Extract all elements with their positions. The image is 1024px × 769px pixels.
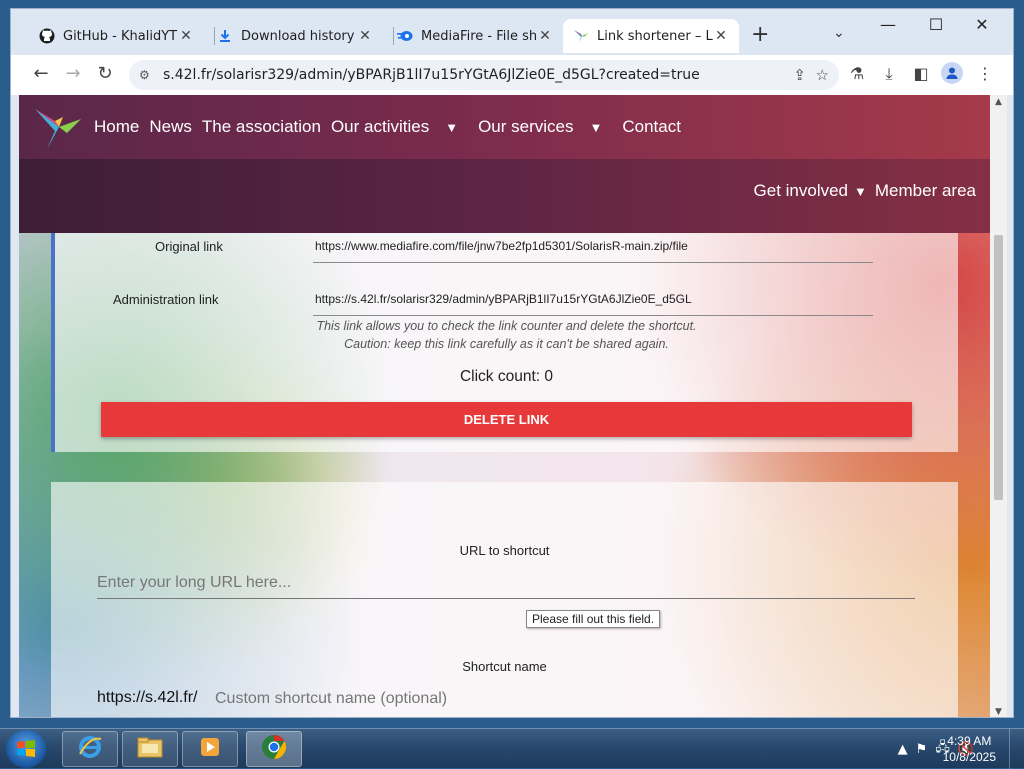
hummingbird-icon <box>573 28 589 44</box>
url-input[interactable] <box>97 568 915 599</box>
url-field-label: URL to shortcut <box>459 543 550 558</box>
scrollbar-thumb[interactable] <box>994 235 1003 500</box>
tab-search-chevron-icon[interactable]: ⌄ <box>833 25 845 41</box>
validation-tooltip: Please fill out this field. <box>526 610 661 628</box>
shorten-form-card: URL to shortcut Please fill out this fie… <box>51 482 958 717</box>
clock-time: 4:39 AM <box>947 734 992 748</box>
nav-activities[interactable]: Our activities ▼ <box>331 117 468 137</box>
mediafire-icon <box>397 28 413 44</box>
github-icon <box>39 28 55 44</box>
click-count: Click count: 0 <box>459 368 554 385</box>
nav-services[interactable]: Our services ▼ <box>478 117 612 137</box>
tab-label: GitHub - KhalidYT11 <box>63 28 178 44</box>
tab-strip: GitHub - KhalidYT11 ✕ Download history ✕… <box>11 9 1013 55</box>
close-tab-icon[interactable]: ✕ <box>713 28 729 44</box>
close-window-icon[interactable]: ✕ <box>967 15 997 34</box>
nav-member-area[interactable]: Member area <box>875 181 976 201</box>
hummingbird-logo-icon[interactable] <box>33 105 83 151</box>
close-tab-icon[interactable]: ✕ <box>178 28 194 44</box>
scroll-down-icon[interactable]: ▼ <box>990 707 1007 717</box>
folder-icon <box>136 735 164 763</box>
page-viewport: Home News The association Our activities… <box>19 95 990 717</box>
admin-link-value[interactable]: https://s.42l.fr/solarisr329/admin/yBPAR… <box>315 292 692 306</box>
site-header: Home News The association Our activities… <box>19 95 990 233</box>
clock-date: 10/8/2025 <box>942 750 996 764</box>
action-center-flag-icon[interactable]: ⚑ <box>916 742 928 757</box>
address-bar[interactable]: ⚙ s.42l.fr/solarisr329/admin/yBPARjB1lI7… <box>129 60 839 90</box>
browser-window: GitHub - KhalidYT11 ✕ Download history ✕… <box>10 8 1014 718</box>
start-button[interactable] <box>6 730 46 768</box>
original-link-label: Original link <box>155 239 223 254</box>
address-url[interactable]: s.42l.fr/solarisr329/admin/yBPARjB1lI7u1… <box>163 67 700 83</box>
taskbar-internet-explorer[interactable] <box>62 731 118 767</box>
labs-flask-icon[interactable]: ⚗ <box>845 64 869 83</box>
chevron-down-icon: ▼ <box>589 120 603 135</box>
windows-taskbar: ▲ ⚑ 🖧 🔇 4:39 AM 10/8/2025 <box>0 728 1024 769</box>
shortcut-prefix: https://s.42l.fr/ <box>97 689 198 706</box>
nav-news[interactable]: News <box>149 117 192 137</box>
internet-explorer-icon <box>77 734 103 764</box>
divider <box>313 315 873 316</box>
vertical-scrollbar[interactable]: ▲ ▼ <box>990 95 1007 717</box>
reload-icon[interactable]: ↻ <box>93 63 117 84</box>
nav-activities-label: Our activities <box>330 117 430 136</box>
chrome-icon <box>260 733 288 765</box>
tab-link-shortener[interactable]: Link shortener – La C ✕ <box>563 19 739 53</box>
tab-mediafire[interactable]: MediaFire - File shar ✕ <box>387 19 563 53</box>
taskbar-file-explorer[interactable] <box>122 731 178 767</box>
back-arrow-icon[interactable]: ← <box>29 63 53 84</box>
share-icon[interactable]: ⇪ <box>793 66 806 84</box>
shortcut-name-input[interactable] <box>215 686 915 712</box>
nav-home[interactable]: Home <box>94 117 139 137</box>
tab-label: MediaFire - File shar <box>421 28 537 44</box>
delete-link-button[interactable]: DELETE LINK <box>101 402 912 437</box>
browser-toolbar: ← → ↻ ⚙ s.42l.fr/solarisr329/admin/yBPAR… <box>11 55 1013 95</box>
main-nav: Home News The association Our activities… <box>94 117 691 137</box>
forward-arrow-icon[interactable]: → <box>61 63 85 84</box>
taskbar-media-player[interactable] <box>182 731 238 767</box>
admin-note-line1: This link allows you to check the link c… <box>316 319 697 333</box>
side-panel-icon[interactable]: ◧ <box>909 64 933 83</box>
system-clock[interactable]: 4:39 AM 10/8/2025 <box>943 733 996 765</box>
chevron-down-icon: ▼ <box>445 120 459 135</box>
admin-link-label: Administration link <box>113 292 219 307</box>
scroll-up-icon[interactable]: ▲ <box>990 97 1007 107</box>
admin-note-line2: Caution: keep this link carefully as it … <box>344 337 669 351</box>
bookmark-star-icon[interactable]: ☆ <box>816 66 829 84</box>
browser-menu-icon[interactable]: ⋮ <box>973 64 997 83</box>
secondary-nav: Get involved ▼ Member area <box>738 181 976 201</box>
close-tab-icon[interactable]: ✕ <box>357 28 373 44</box>
tab-download-history[interactable]: Download history ✕ <box>207 19 383 53</box>
link-info-card: Original link https://www.mediafire.com/… <box>51 233 958 452</box>
original-link-value[interactable]: https://www.mediafire.com/file/jnw7be2fp… <box>315 239 688 253</box>
windows-logo-icon <box>17 740 35 757</box>
chevron-down-icon: ▼ <box>854 184 867 199</box>
site-info-icon[interactable]: ⚙ <box>139 68 155 82</box>
new-tab-button[interactable]: + <box>751 23 769 47</box>
close-tab-icon[interactable]: ✕ <box>537 28 553 44</box>
tab-label: Link shortener – La C <box>597 28 713 44</box>
divider <box>313 262 873 263</box>
taskbar-chrome[interactable] <box>246 731 302 767</box>
maximize-icon[interactable]: ☐ <box>921 15 951 34</box>
nav-services-label: Our services <box>478 117 574 136</box>
show-desktop-button[interactable] <box>1009 729 1024 769</box>
tab-label: Download history <box>241 28 355 44</box>
tab-github[interactable]: GitHub - KhalidYT11 ✕ <box>29 19 204 53</box>
nav-association[interactable]: The association <box>202 117 321 137</box>
downloads-icon[interactable]: ⤓ <box>877 64 901 84</box>
minimize-icon[interactable]: — <box>873 15 903 34</box>
download-icon <box>217 28 233 44</box>
shortcut-name-label: Shortcut name <box>462 659 547 674</box>
profile-avatar-icon[interactable] <box>941 62 963 84</box>
media-player-icon <box>198 735 222 763</box>
nav-get-involved[interactable]: Get involved ▼ <box>746 181 867 201</box>
get-involved-label: Get involved <box>753 181 849 200</box>
omnibox-actions: ⇪ ☆ <box>793 66 829 84</box>
show-hidden-icons-icon[interactable]: ▲ <box>898 742 908 757</box>
nav-contact[interactable]: Contact <box>622 117 681 137</box>
